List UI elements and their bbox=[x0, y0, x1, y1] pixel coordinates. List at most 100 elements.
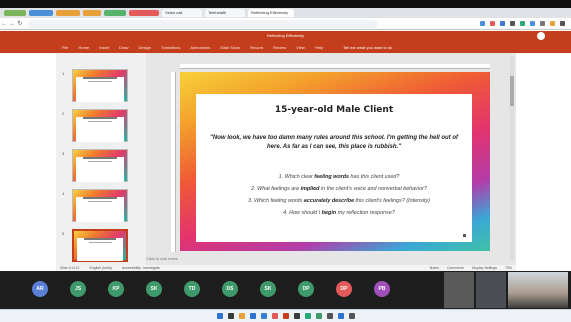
thumbnail-preview bbox=[77, 238, 123, 261]
ribbon-tab-view[interactable]: View bbox=[296, 45, 305, 50]
thumbnail-title-line bbox=[83, 77, 117, 79]
question-item: 4. How should I begin my reflection resp… bbox=[283, 210, 395, 216]
participant-avatar[interactable]: SK bbox=[260, 281, 276, 297]
ribbon-tab-insert[interactable]: Insert bbox=[99, 45, 109, 50]
current-slide[interactable]: 15-year-old Male Client "Now look, we ha… bbox=[180, 72, 490, 251]
call-top-bar bbox=[0, 0, 571, 8]
taskbar-app-icon[interactable] bbox=[260, 313, 267, 319]
taskbar-app-icon[interactable] bbox=[249, 313, 256, 319]
thumbnail-text-line bbox=[88, 121, 112, 122]
slide-title[interactable]: 15-year-old Male Client bbox=[196, 105, 472, 115]
taskbar-app-icon[interactable] bbox=[227, 313, 234, 319]
participant-avatar[interactable]: DS bbox=[222, 281, 238, 297]
camera-tile-speaker[interactable] bbox=[508, 272, 568, 308]
notes-button[interactable]: Notes bbox=[430, 266, 439, 270]
tab-video-call[interactable]: Video call bbox=[162, 9, 202, 17]
slide-thumbnail[interactable] bbox=[72, 189, 128, 222]
ribbon-tab-file[interactable]: File bbox=[62, 45, 68, 50]
question-list[interactable]: 1. Which clear feeling words has this cl… bbox=[214, 171, 464, 219]
slide-thumbnail[interactable] bbox=[72, 69, 128, 102]
ribbon-tab-help[interactable]: Help bbox=[315, 45, 323, 50]
participant-avatar[interactable]: JS bbox=[70, 281, 86, 297]
slide-thumbnail[interactable] bbox=[72, 149, 128, 182]
bookmark-1[interactable] bbox=[4, 10, 26, 16]
extension-icon-6[interactable] bbox=[530, 21, 535, 26]
vertical-scrollbar[interactable] bbox=[510, 56, 514, 261]
tab-telehealth[interactable]: Telehealth bbox=[205, 9, 245, 17]
language[interactable]: English (India) bbox=[89, 266, 111, 270]
participant-avatar[interactable]: SK bbox=[146, 281, 162, 297]
camera-tile-2[interactable] bbox=[476, 272, 506, 308]
extension-icon-3[interactable] bbox=[500, 21, 505, 26]
scrollbar-thumb[interactable] bbox=[510, 76, 514, 106]
bookmark-5[interactable] bbox=[104, 10, 126, 16]
ribbon-tab-record[interactable]: Record bbox=[250, 45, 263, 50]
url-field[interactable] bbox=[28, 19, 378, 28]
bookmark-6[interactable] bbox=[129, 10, 159, 16]
thumbnail-title-line bbox=[83, 197, 117, 199]
participant-avatar[interactable]: TD bbox=[184, 281, 200, 297]
ppt-title-bar: Reflecting Effectively bbox=[0, 31, 571, 41]
ribbon-tabs: File Home Insert Draw Design Transitions Anima… bbox=[0, 41, 571, 53]
taskbar-app-icon[interactable] bbox=[315, 313, 322, 319]
taskbar-app-icon[interactable] bbox=[282, 313, 289, 319]
ribbon-tab-slide-show[interactable]: Slide Show bbox=[220, 45, 240, 50]
participant-avatar[interactable]: DP bbox=[298, 281, 314, 297]
thumbnail-title-line bbox=[83, 157, 117, 159]
thumbnail-number: 2 bbox=[62, 111, 65, 116]
accessibility[interactable]: Accessibility: Investigate bbox=[122, 266, 160, 270]
thumbnail-preview bbox=[76, 77, 124, 102]
zoom-level[interactable]: 73% bbox=[505, 266, 512, 270]
slide-thumbnail[interactable] bbox=[72, 229, 128, 262]
participant-avatar[interactable]: AR bbox=[32, 281, 48, 297]
slide-resize-handle[interactable] bbox=[463, 234, 466, 237]
participant-avatar[interactable]: KP bbox=[108, 281, 124, 297]
taskbar-app-icon[interactable] bbox=[326, 313, 333, 319]
ribbon-tab-transitions[interactable]: Transitions bbox=[161, 45, 180, 50]
extension-icon-8[interactable] bbox=[550, 21, 555, 26]
ribbon-tab-animations[interactable]: Animations bbox=[190, 45, 210, 50]
start-icon[interactable] bbox=[216, 313, 223, 319]
bookmark-3[interactable] bbox=[56, 10, 80, 16]
comments-button[interactable]: Comments bbox=[447, 266, 464, 270]
taskbar-app-icon[interactable] bbox=[271, 313, 278, 319]
slide-thumbnail[interactable] bbox=[72, 109, 128, 142]
thumbnail-text-line bbox=[88, 81, 112, 82]
camera-tile-1[interactable] bbox=[444, 272, 474, 308]
participant-avatar[interactable]: DP bbox=[336, 281, 352, 297]
taskbar-app-icon[interactable] bbox=[348, 313, 355, 319]
taskbar-app-icon[interactable] bbox=[293, 313, 300, 319]
extension-icon-7[interactable] bbox=[540, 21, 545, 26]
extension-icons bbox=[480, 21, 571, 26]
thumbnail-number: 1 bbox=[62, 71, 65, 76]
thumbnail-preview bbox=[76, 117, 124, 142]
thumbnail-number: 3 bbox=[62, 151, 65, 156]
bookmark-2[interactable] bbox=[29, 10, 53, 16]
user-avatar[interactable] bbox=[537, 32, 545, 40]
ribbon-tab-design[interactable]: Design bbox=[138, 45, 150, 50]
tell-me-search[interactable]: Tell me what you want to do bbox=[343, 45, 392, 50]
extension-icon-4[interactable] bbox=[510, 21, 515, 26]
question-emphasis: begin bbox=[321, 210, 337, 216]
back-icon[interactable]: ← bbox=[0, 21, 8, 27]
extension-icon-2[interactable] bbox=[490, 21, 495, 26]
notes-placeholder[interactable]: Click to add notes bbox=[146, 256, 178, 261]
browser-tab-strip: Video call Telehealth Reflecting Effecti… bbox=[0, 8, 571, 18]
reload-icon[interactable]: ↻ bbox=[16, 20, 24, 27]
question-item: 3. Which feeling words accurately descri… bbox=[247, 198, 430, 204]
display-settings[interactable]: Display Settings bbox=[472, 266, 497, 270]
taskbar-app-icon[interactable] bbox=[337, 313, 344, 319]
bookmark-4[interactable] bbox=[83, 10, 101, 16]
extension-icon-1[interactable] bbox=[480, 21, 485, 26]
slide-quote[interactable]: "Now look, we have too damn many rules a… bbox=[208, 134, 460, 152]
ribbon-tab-draw[interactable]: Draw bbox=[119, 45, 128, 50]
taskbar-app-icon[interactable] bbox=[304, 313, 311, 319]
extension-icon-5[interactable] bbox=[520, 21, 525, 26]
tab-reflecting[interactable]: Reflecting Effectively bbox=[248, 9, 294, 17]
taskbar-app-icon[interactable] bbox=[238, 313, 245, 319]
forward-icon[interactable]: → bbox=[8, 21, 16, 27]
extension-icon-9[interactable] bbox=[560, 21, 565, 26]
participant-avatar[interactable]: PB bbox=[374, 281, 390, 297]
ribbon-tab-home[interactable]: Home bbox=[78, 45, 89, 50]
ribbon-tab-review[interactable]: Review bbox=[273, 45, 286, 50]
